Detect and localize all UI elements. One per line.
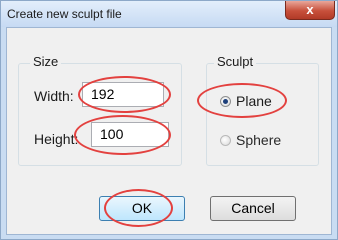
height-field[interactable]: 100 bbox=[91, 122, 169, 147]
plane-radio-label[interactable]: Plane bbox=[236, 93, 272, 109]
close-button[interactable]: x bbox=[285, 1, 335, 20]
cancel-button[interactable]: Cancel bbox=[210, 196, 296, 221]
sphere-radio[interactable] bbox=[220, 135, 231, 146]
size-group-legend: Size bbox=[30, 54, 62, 69]
width-label: Width: bbox=[34, 88, 74, 104]
sculpt-group bbox=[206, 63, 319, 166]
size-group bbox=[18, 63, 182, 166]
ok-button[interactable]: OK bbox=[99, 196, 185, 221]
sculpt-group-legend: Sculpt bbox=[214, 54, 257, 69]
radio-selected-dot bbox=[223, 99, 228, 104]
plane-radio[interactable] bbox=[220, 96, 231, 107]
width-field[interactable]: 192 bbox=[82, 82, 164, 107]
window-title: Create new sculpt file bbox=[7, 7, 122, 21]
title-bar[interactable]: Create new sculpt file x bbox=[1, 1, 337, 27]
close-icon: x bbox=[306, 2, 314, 17]
sphere-radio-label[interactable]: Sphere bbox=[236, 132, 281, 148]
height-label: Height: bbox=[34, 131, 79, 147]
